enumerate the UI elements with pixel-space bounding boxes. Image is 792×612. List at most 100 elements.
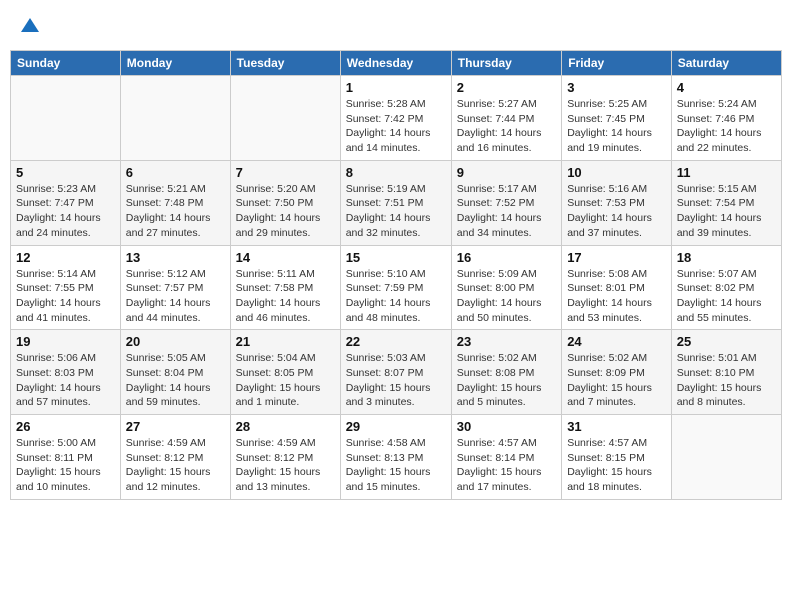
calendar-cell: 31 Sunrise: 4:57 AM Sunset: 8:15 PM Dayli… [562,415,672,500]
day-info: Sunrise: 5:20 AM Sunset: 7:50 PM Dayligh… [236,182,335,241]
day-info: Sunrise: 5:21 AM Sunset: 7:48 PM Dayligh… [126,182,225,241]
calendar-cell: 20Sunrise: 5:05 AM Sunset: 8:04 PM Dayli… [120,330,230,415]
day-number: 25 [677,334,776,349]
column-header-saturday: Saturday [671,51,781,76]
day-info: Sunrise: 5:15 AM Sunset: 7:54 PM Dayligh… [677,182,776,241]
day-info: Sunrise: 5:00 AM Sunset: 8:11 PM Dayligh… [16,436,115,495]
day-info: Sunrise: 5:05 AM Sunset: 8:04 PM Dayligh… [126,351,225,410]
day-info: Sunrise: 4:58 AM Sunset: 8:13 PM Dayligh… [346,436,446,495]
day-info: Sunrise: 5:19 AM Sunset: 7:51 PM Dayligh… [346,182,446,241]
calendar-cell: 21 Sunrise: 5:04 AM Sunset: 8:05 PM Dayli… [230,330,340,415]
calendar-cell [120,76,230,161]
day-number: 29 [346,419,446,434]
logo-icon [21,16,39,34]
calendar-cell: 27 Sunrise: 4:59 AM Sunset: 8:12 PM Dayli… [120,415,230,500]
calendar-cell: 12 Sunrise: 5:14 AM Sunset: 7:55 PM Dayli… [11,245,121,330]
day-info: Sunrise: 5:14 AM Sunset: 7:55 PM Dayligh… [16,267,115,326]
calendar-table: SundayMondayTuesdayWednesdayThursdayFrid… [10,50,782,500]
day-info: Sunrise: 5:25 AM Sunset: 7:45 PM Dayligh… [567,97,666,156]
day-info: Sunrise: 5:02 AM Sunset: 8:09 PM Dayligh… [567,351,666,410]
day-info: Sunrise: 4:57 AM Sunset: 8:15 PM Dayligh… [567,436,666,495]
day-number: 30 [457,419,556,434]
calendar-cell: 15 Sunrise: 5:10 AM Sunset: 7:59 PM Dayli… [340,245,451,330]
calendar-cell: 3 Sunrise: 5:25 AM Sunset: 7:45 PM Daylig… [562,76,672,161]
day-number: 5 [16,165,115,180]
calendar-week-row: 19 Sunrise: 5:06 AM Sunset: 8:03 PM Dayli… [11,330,782,415]
day-number: 27 [126,419,225,434]
day-number: 3 [567,80,666,95]
calendar-cell: 19 Sunrise: 5:06 AM Sunset: 8:03 PM Dayli… [11,330,121,415]
calendar-cell: 5 Sunrise: 5:23 AM Sunset: 7:47 PM Daylig… [11,160,121,245]
day-info: Sunrise: 5:07 AM Sunset: 8:02 PM Dayligh… [677,267,776,326]
column-header-thursday: Thursday [451,51,561,76]
day-number: 31 [567,419,666,434]
calendar-cell: 7 Sunrise: 5:20 AM Sunset: 7:50 PM Daylig… [230,160,340,245]
column-header-friday: Friday [562,51,672,76]
calendar-cell: 17Sunrise: 5:08 AM Sunset: 8:01 PM Dayli… [562,245,672,330]
day-number: 19 [16,334,115,349]
page-header [10,10,782,44]
day-number: 23 [457,334,556,349]
day-number: 17 [567,250,666,265]
calendar-cell: 25Sunrise: 5:01 AM Sunset: 8:10 PM Dayli… [671,330,781,415]
day-info: Sunrise: 5:12 AM Sunset: 7:57 PM Dayligh… [126,267,225,326]
column-header-tuesday: Tuesday [230,51,340,76]
calendar-cell: 23 Sunrise: 5:02 AM Sunset: 8:08 PM Dayli… [451,330,561,415]
calendar-cell: 2 Sunrise: 5:27 AM Sunset: 7:44 PM Daylig… [451,76,561,161]
day-number: 21 [236,334,335,349]
day-number: 9 [457,165,556,180]
day-number: 12 [16,250,115,265]
calendar-cell: 9Sunrise: 5:17 AM Sunset: 7:52 PM Daylig… [451,160,561,245]
calendar-week-row: 12 Sunrise: 5:14 AM Sunset: 7:55 PM Dayli… [11,245,782,330]
calendar-cell: 6 Sunrise: 5:21 AM Sunset: 7:48 PM Daylig… [120,160,230,245]
day-info: Sunrise: 5:03 AM Sunset: 8:07 PM Dayligh… [346,351,446,410]
calendar-cell: 24Sunrise: 5:02 AM Sunset: 8:09 PM Dayli… [562,330,672,415]
column-header-wednesday: Wednesday [340,51,451,76]
day-number: 1 [346,80,446,95]
calendar-cell: 8 Sunrise: 5:19 AM Sunset: 7:51 PM Daylig… [340,160,451,245]
calendar-cell: 10 Sunrise: 5:16 AM Sunset: 7:53 PM Dayli… [562,160,672,245]
day-number: 11 [677,165,776,180]
day-number: 14 [236,250,335,265]
day-info: Sunrise: 5:11 AM Sunset: 7:58 PM Dayligh… [236,267,335,326]
day-number: 7 [236,165,335,180]
day-info: Sunrise: 5:06 AM Sunset: 8:03 PM Dayligh… [16,351,115,410]
calendar-cell: 11 Sunrise: 5:15 AM Sunset: 7:54 PM Dayli… [671,160,781,245]
column-header-monday: Monday [120,51,230,76]
calendar-cell [230,76,340,161]
day-number: 2 [457,80,556,95]
day-info: Sunrise: 5:27 AM Sunset: 7:44 PM Dayligh… [457,97,556,156]
day-number: 28 [236,419,335,434]
calendar-cell: 30Sunrise: 4:57 AM Sunset: 8:14 PM Dayli… [451,415,561,500]
calendar-cell: 26Sunrise: 5:00 AM Sunset: 8:11 PM Dayli… [11,415,121,500]
day-number: 16 [457,250,556,265]
day-info: Sunrise: 5:10 AM Sunset: 7:59 PM Dayligh… [346,267,446,326]
calendar-cell: 14 Sunrise: 5:11 AM Sunset: 7:58 PM Dayli… [230,245,340,330]
day-info: Sunrise: 5:23 AM Sunset: 7:47 PM Dayligh… [16,182,115,241]
day-number: 10 [567,165,666,180]
calendar-cell: 18 Sunrise: 5:07 AM Sunset: 8:02 PM Dayli… [671,245,781,330]
day-info: Sunrise: 5:04 AM Sunset: 8:05 PM Dayligh… [236,351,335,410]
calendar-cell: 28 Sunrise: 4:59 AM Sunset: 8:12 PM Dayli… [230,415,340,500]
calendar-week-row: 5 Sunrise: 5:23 AM Sunset: 7:47 PM Daylig… [11,160,782,245]
day-info: Sunrise: 4:59 AM Sunset: 8:12 PM Dayligh… [236,436,335,495]
day-number: 13 [126,250,225,265]
calendar-cell [671,415,781,500]
day-number: 8 [346,165,446,180]
day-info: Sunrise: 4:59 AM Sunset: 8:12 PM Dayligh… [126,436,225,495]
day-number: 4 [677,80,776,95]
day-info: Sunrise: 5:02 AM Sunset: 8:08 PM Dayligh… [457,351,556,410]
calendar-cell: 13 Sunrise: 5:12 AM Sunset: 7:57 PM Dayli… [120,245,230,330]
day-info: Sunrise: 5:09 AM Sunset: 8:00 PM Dayligh… [457,267,556,326]
calendar-header-row: SundayMondayTuesdayWednesdayThursdayFrid… [11,51,782,76]
logo [18,14,39,40]
calendar-week-row: 26Sunrise: 5:00 AM Sunset: 8:11 PM Dayli… [11,415,782,500]
calendar-cell: 1 Sunrise: 5:28 AM Sunset: 7:42 PM Daylig… [340,76,451,161]
day-number: 15 [346,250,446,265]
calendar-cell: 16 Sunrise: 5:09 AM Sunset: 8:00 PM Dayli… [451,245,561,330]
day-info: Sunrise: 5:28 AM Sunset: 7:42 PM Dayligh… [346,97,446,156]
day-number: 18 [677,250,776,265]
calendar-cell [11,76,121,161]
day-info: Sunrise: 5:16 AM Sunset: 7:53 PM Dayligh… [567,182,666,241]
day-number: 6 [126,165,225,180]
